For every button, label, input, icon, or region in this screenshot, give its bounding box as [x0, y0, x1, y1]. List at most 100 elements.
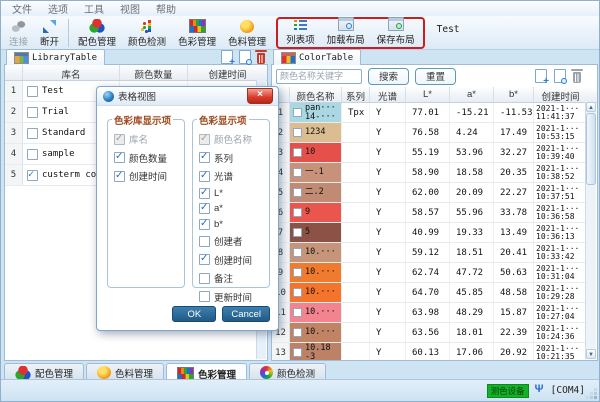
search-button[interactable]: 搜索: [368, 67, 410, 85]
display-option-library-name[interactable]: 库名: [114, 132, 179, 146]
display-option-update-time[interactable]: 更新时间: [199, 290, 264, 304]
toolbar-button-load-layout[interactable]: 加载布局: [321, 17, 371, 47]
checkbox-spectrum[interactable]: [199, 170, 210, 182]
library-col-count[interactable]: 颜色数量: [120, 65, 188, 81]
checkbox-series[interactable]: [199, 151, 210, 163]
scroll-thumb[interactable]: [586, 113, 596, 185]
color-col-spectrum[interactable]: 光谱: [370, 87, 406, 103]
display-option-a-star[interactable]: a*: [199, 202, 264, 214]
color-checkbox[interactable]: [293, 288, 302, 297]
color-checkbox[interactable]: [293, 308, 302, 317]
cancel-button[interactable]: Cancel: [222, 306, 270, 322]
connect-button[interactable]: 连接: [3, 17, 34, 49]
delete-color-icon[interactable]: [571, 69, 583, 83]
color-col-name[interactable]: 颜色名称: [290, 87, 342, 103]
display-option-color-count[interactable]: 颜色数量: [114, 151, 179, 165]
color-checkbox[interactable]: [293, 348, 302, 357]
color-row[interactable]: 11 10.··· Y 63.98 48.29 15.87 2021-1··· 10:27:0…: [272, 303, 587, 323]
checkbox-creator[interactable]: [199, 235, 210, 247]
menu-item-file[interactable]: 文件: [5, 1, 39, 16]
toolbar-button-color-detection[interactable]: 颜色检测: [122, 17, 172, 49]
color-checkbox[interactable]: [293, 208, 302, 217]
color-checkbox[interactable]: [293, 108, 302, 117]
color-row[interactable]: 4 一.1 Y 58.90 18.58 20.35 2021-1··· 10:38:52: [272, 163, 587, 183]
library-checkbox[interactable]: [27, 148, 38, 160]
color-checkbox[interactable]: [293, 148, 302, 157]
search-library-icon[interactable]: [239, 50, 252, 65]
color-row[interactable]: 13 10.18 -3 Y 60.13 17.06 20.92 2021-1··· 10:21:…: [272, 343, 587, 360]
color-checkbox[interactable]: [293, 248, 302, 257]
toolbar-button-list-items[interactable]: 列表项: [280, 18, 321, 47]
color-col-a[interactable]: a*: [450, 87, 494, 102]
checkbox-create-time[interactable]: [199, 253, 210, 265]
add-color-icon[interactable]: [535, 69, 549, 87]
color-row[interactable]: 5 二.2 Y 62.00 20.09 22.27 2021-1··· 10:37:51: [272, 183, 587, 203]
library-checkbox[interactable]: [27, 169, 38, 181]
checkbox-library-name[interactable]: [114, 133, 125, 145]
add-library-icon[interactable]: [221, 50, 235, 68]
display-option-series[interactable]: 系列: [199, 151, 264, 165]
color-row[interactable]: 3 10 Y 55.19 53.96 32.27 2021-1··· 10:39:40: [272, 143, 587, 163]
checkbox-create-time[interactable]: [114, 170, 125, 182]
color-checkbox[interactable]: [293, 168, 302, 177]
ok-button[interactable]: OK: [172, 306, 217, 322]
color-row[interactable]: 2 1234 Y 76.58 4.24 17.49 2021-1··· 10:53:15: [272, 123, 587, 143]
display-option-color-name[interactable]: 颜色名称: [199, 132, 264, 146]
checkbox-remark[interactable]: [199, 272, 210, 284]
menu-item-help[interactable]: 帮助: [149, 1, 183, 16]
library-col-time[interactable]: 创建时间: [188, 65, 267, 81]
checkbox-b-star[interactable]: [199, 218, 210, 230]
library-panel-tab[interactable]: LibraryTable: [6, 49, 106, 65]
display-option-creator[interactable]: 创建者: [199, 234, 264, 248]
toolbar-button-color-management[interactable]: 色彩管理: [172, 17, 222, 49]
color-col-b[interactable]: b*: [494, 87, 534, 102]
display-option-spectrum[interactable]: 光谱: [199, 169, 264, 183]
color-col-time[interactable]: 创建时间: [534, 87, 587, 103]
menu-item-options[interactable]: 选项: [41, 1, 75, 16]
close-icon[interactable]: ×: [247, 88, 273, 104]
resize-grip[interactable]: [594, 396, 597, 399]
search-color-icon[interactable]: [554, 69, 567, 84]
color-row[interactable]: 12 10.··· Y 63.56 18.01 22.39 2021-1··· 10:24:3…: [272, 323, 587, 343]
scroll-down-icon[interactable]: ▼: [586, 349, 596, 359]
checkbox-update-time[interactable]: [199, 291, 210, 302]
color-checkbox[interactable]: [293, 128, 302, 137]
color-row[interactable]: 1 pan··· 14-··· Tpx Y 77.01 -15.21 -11.53 2021-1…: [272, 103, 587, 123]
color-search-input[interactable]: [276, 68, 362, 84]
disconnect-button[interactable]: 断开: [34, 17, 65, 49]
color-panel-tab[interactable]: ColorTable: [273, 49, 362, 65]
color-col-l[interactable]: L*: [406, 87, 450, 102]
scroll-up-icon[interactable]: ▲: [586, 102, 596, 112]
color-row[interactable]: 10 10.··· Y 64.70 45.85 48.58 2021-1··· 10:29:2…: [272, 283, 587, 303]
menu-item-tools[interactable]: 工具: [77, 1, 111, 16]
library-checkbox[interactable]: [27, 85, 38, 97]
library-col-name[interactable]: 库名: [23, 65, 120, 81]
color-scrollbar[interactable]: ▲ ▼: [585, 102, 596, 359]
color-checkbox[interactable]: [293, 228, 302, 237]
display-option-b-star[interactable]: b*: [199, 218, 264, 230]
color-checkbox[interactable]: [293, 328, 302, 337]
checkbox-color-count[interactable]: [114, 151, 125, 163]
library-checkbox[interactable]: [27, 106, 38, 118]
display-option-remark[interactable]: 备注: [199, 271, 264, 285]
display-option-create-time[interactable]: 创建时间: [114, 169, 179, 183]
checkbox-color-name[interactable]: [199, 133, 210, 145]
color-row[interactable]: 9 10.··· Y 62.74 47.72 50.63 2021-1··· 10:31:04: [272, 263, 587, 283]
menu-item-view[interactable]: 视图: [113, 1, 147, 16]
display-option-l-star[interactable]: L*: [199, 187, 264, 199]
checkbox-l-star[interactable]: [199, 187, 210, 199]
toolbar-button-colorant-management[interactable]: 色料管理: [222, 17, 272, 49]
toolbar-button-save-layout[interactable]: 保存布局: [371, 17, 421, 47]
color-row[interactable]: 8 10.··· Y 59.12 18.51 20.41 2021-1··· 10:33:42: [272, 243, 587, 263]
reset-button[interactable]: 重置: [415, 67, 457, 85]
color-col-series[interactable]: 系列: [342, 87, 370, 103]
color-checkbox[interactable]: [293, 268, 302, 277]
color-row[interactable]: 6 9 Y 58.57 55.96 33.78 2021-1··· 10:36:58: [272, 203, 587, 223]
color-checkbox[interactable]: [293, 188, 302, 197]
toolbar-button-color-matching-management[interactable]: 配色管理: [72, 17, 122, 49]
library-checkbox[interactable]: [27, 127, 38, 139]
color-row[interactable]: 7 5 Y 40.99 19.33 13.49 2021-1··· 10:36:13: [272, 223, 587, 243]
display-option-create-time[interactable]: 创建时间: [199, 253, 264, 267]
delete-library-icon[interactable]: [255, 50, 267, 64]
checkbox-a-star[interactable]: [199, 202, 210, 214]
